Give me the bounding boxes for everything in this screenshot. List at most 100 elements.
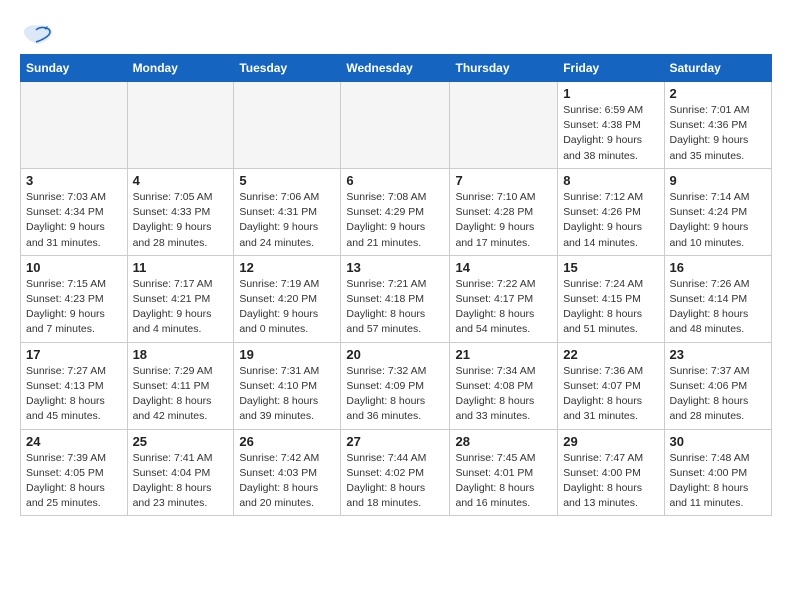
calendar-day-cell: 6 Sunrise: 7:08 AM Sunset: 4:29 PM Daylig…	[341, 168, 450, 255]
calendar-day-cell: 14 Sunrise: 7:22 AM Sunset: 4:17 PM Dayli…	[450, 255, 558, 342]
calendar-day-cell: 5Sunrise: 7:06 AM Sunset: 4:31 PM Daylig…	[234, 168, 341, 255]
calendar-week-row: 24 Sunrise: 7:39 AM Sunset: 4:05 PM Dayli…	[21, 429, 772, 516]
day-info: Sunrise: 7:37 AM Sunset: 4:06 PM Dayligh…	[670, 364, 767, 425]
day-number: 28	[455, 434, 552, 449]
header	[20, 20, 772, 46]
day-number: 17	[26, 347, 122, 362]
day-info: Sunrise: 7:14 AM Sunset: 4:24 PM Dayligh…	[670, 190, 767, 251]
calendar-day-cell: 26 Sunrise: 7:42 AM Sunset: 4:03 PM Dayli…	[234, 429, 341, 516]
day-info: Sunrise: 7:44 AM Sunset: 4:02 PM Dayligh…	[346, 451, 444, 512]
calendar-week-row: 10 Sunrise: 7:15 AM Sunset: 4:23 PM Dayli…	[21, 255, 772, 342]
calendar-day-cell: 12 Sunrise: 7:19 AM Sunset: 4:20 PM Dayli…	[234, 255, 341, 342]
day-number: 25	[133, 434, 229, 449]
day-info: Sunrise: 7:01 AM Sunset: 4:36 PM Dayligh…	[670, 103, 767, 164]
day-number: 6	[346, 173, 444, 188]
day-number: 18	[133, 347, 229, 362]
header-sunday: Sunday	[21, 55, 128, 82]
day-info: Sunrise: 7:26 AM Sunset: 4:14 PM Dayligh…	[670, 277, 767, 338]
day-number: 5	[239, 173, 335, 188]
calendar-day-cell: 9 Sunrise: 7:14 AM Sunset: 4:24 PM Daylig…	[664, 168, 772, 255]
calendar-day-cell: 3 Sunrise: 7:03 AM Sunset: 4:34 PM Daylig…	[21, 168, 128, 255]
calendar-table: Sunday Monday Tuesday Wednesday Thursday…	[20, 54, 772, 516]
day-number: 9	[670, 173, 767, 188]
calendar-day-cell: 17 Sunrise: 7:27 AM Sunset: 4:13 PM Dayli…	[21, 342, 128, 429]
calendar-day-cell: 10 Sunrise: 7:15 AM Sunset: 4:23 PM Dayli…	[21, 255, 128, 342]
day-number: 11	[133, 260, 229, 275]
calendar-week-row: 3 Sunrise: 7:03 AM Sunset: 4:34 PM Daylig…	[21, 168, 772, 255]
day-info: Sunrise: 7:15 AM Sunset: 4:23 PM Dayligh…	[26, 277, 122, 338]
logo	[20, 24, 54, 46]
calendar-day-cell: 16 Sunrise: 7:26 AM Sunset: 4:14 PM Dayli…	[664, 255, 772, 342]
day-number: 23	[670, 347, 767, 362]
day-info: Sunrise: 7:31 AM Sunset: 4:10 PM Dayligh…	[239, 364, 335, 425]
calendar-day-cell: 30Sunrise: 7:48 AM Sunset: 4:00 PM Dayli…	[664, 429, 772, 516]
day-number: 30	[670, 434, 767, 449]
day-info: Sunrise: 7:12 AM Sunset: 4:26 PM Dayligh…	[563, 190, 658, 251]
calendar-day-cell: 21 Sunrise: 7:34 AM Sunset: 4:08 PM Dayli…	[450, 342, 558, 429]
calendar-day-cell: 22 Sunrise: 7:36 AM Sunset: 4:07 PM Dayli…	[558, 342, 664, 429]
day-info: Sunrise: 7:39 AM Sunset: 4:05 PM Dayligh…	[26, 451, 122, 512]
day-info: Sunrise: 7:08 AM Sunset: 4:29 PM Dayligh…	[346, 190, 444, 251]
calendar-day-cell: 18 Sunrise: 7:29 AM Sunset: 4:11 PM Dayli…	[127, 342, 234, 429]
day-info: Sunrise: 7:29 AM Sunset: 4:11 PM Dayligh…	[133, 364, 229, 425]
calendar-day-cell	[127, 82, 234, 169]
calendar-day-cell: 23 Sunrise: 7:37 AM Sunset: 4:06 PM Dayli…	[664, 342, 772, 429]
day-number: 22	[563, 347, 658, 362]
calendar-day-cell: 15Sunrise: 7:24 AM Sunset: 4:15 PM Dayli…	[558, 255, 664, 342]
day-info: Sunrise: 7:27 AM Sunset: 4:13 PM Dayligh…	[26, 364, 122, 425]
day-info: Sunrise: 7:36 AM Sunset: 4:07 PM Dayligh…	[563, 364, 658, 425]
day-info: Sunrise: 7:32 AM Sunset: 4:09 PM Dayligh…	[346, 364, 444, 425]
day-info: Sunrise: 7:34 AM Sunset: 4:08 PM Dayligh…	[455, 364, 552, 425]
calendar-week-row: 1 Sunrise: 6:59 AM Sunset: 4:38 PM Daylig…	[21, 82, 772, 169]
day-number: 29	[563, 434, 658, 449]
header-friday: Friday	[558, 55, 664, 82]
header-saturday: Saturday	[664, 55, 772, 82]
calendar-day-cell: 7 Sunrise: 7:10 AM Sunset: 4:28 PM Daylig…	[450, 168, 558, 255]
calendar-day-cell: 25 Sunrise: 7:41 AM Sunset: 4:04 PM Dayli…	[127, 429, 234, 516]
day-info: Sunrise: 7:21 AM Sunset: 4:18 PM Dayligh…	[346, 277, 444, 338]
calendar-day-cell: 13Sunrise: 7:21 AM Sunset: 4:18 PM Dayli…	[341, 255, 450, 342]
calendar-day-cell: 2 Sunrise: 7:01 AM Sunset: 4:36 PM Daylig…	[664, 82, 772, 169]
header-monday: Monday	[127, 55, 234, 82]
day-number: 2	[670, 86, 767, 101]
day-number: 19	[239, 347, 335, 362]
calendar-day-cell: 20 Sunrise: 7:32 AM Sunset: 4:09 PM Dayli…	[341, 342, 450, 429]
day-info: Sunrise: 7:47 AM Sunset: 4:00 PM Dayligh…	[563, 451, 658, 512]
day-number: 20	[346, 347, 444, 362]
calendar-day-cell: 4 Sunrise: 7:05 AM Sunset: 4:33 PM Daylig…	[127, 168, 234, 255]
calendar-day-cell	[234, 82, 341, 169]
day-info: Sunrise: 7:03 AM Sunset: 4:34 PM Dayligh…	[26, 190, 122, 251]
day-number: 14	[455, 260, 552, 275]
calendar-week-row: 17 Sunrise: 7:27 AM Sunset: 4:13 PM Dayli…	[21, 342, 772, 429]
calendar-day-cell	[341, 82, 450, 169]
day-info: Sunrise: 7:22 AM Sunset: 4:17 PM Dayligh…	[455, 277, 552, 338]
day-info: Sunrise: 7:19 AM Sunset: 4:20 PM Dayligh…	[239, 277, 335, 338]
day-info: Sunrise: 7:41 AM Sunset: 4:04 PM Dayligh…	[133, 451, 229, 512]
day-number: 12	[239, 260, 335, 275]
calendar-day-cell: 28Sunrise: 7:45 AM Sunset: 4:01 PM Dayli…	[450, 429, 558, 516]
day-number: 4	[133, 173, 229, 188]
day-number: 1	[563, 86, 658, 101]
day-number: 26	[239, 434, 335, 449]
day-info: Sunrise: 7:42 AM Sunset: 4:03 PM Dayligh…	[239, 451, 335, 512]
calendar-day-cell: 27Sunrise: 7:44 AM Sunset: 4:02 PM Dayli…	[341, 429, 450, 516]
header-wednesday: Wednesday	[341, 55, 450, 82]
weekday-header-row: Sunday Monday Tuesday Wednesday Thursday…	[21, 55, 772, 82]
day-info: Sunrise: 7:05 AM Sunset: 4:33 PM Dayligh…	[133, 190, 229, 251]
calendar-day-cell	[21, 82, 128, 169]
day-number: 24	[26, 434, 122, 449]
logo-bird-icon	[22, 24, 54, 46]
day-info: Sunrise: 6:59 AM Sunset: 4:38 PM Dayligh…	[563, 103, 658, 164]
day-number: 7	[455, 173, 552, 188]
header-thursday: Thursday	[450, 55, 558, 82]
day-number: 10	[26, 260, 122, 275]
calendar-day-cell: 8 Sunrise: 7:12 AM Sunset: 4:26 PM Daylig…	[558, 168, 664, 255]
calendar-day-cell: 29 Sunrise: 7:47 AM Sunset: 4:00 PM Dayli…	[558, 429, 664, 516]
day-number: 8	[563, 173, 658, 188]
calendar-day-cell: 11Sunrise: 7:17 AM Sunset: 4:21 PM Dayli…	[127, 255, 234, 342]
day-number: 3	[26, 173, 122, 188]
calendar-day-cell: 1 Sunrise: 6:59 AM Sunset: 4:38 PM Daylig…	[558, 82, 664, 169]
day-number: 16	[670, 260, 767, 275]
day-info: Sunrise: 7:10 AM Sunset: 4:28 PM Dayligh…	[455, 190, 552, 251]
day-number: 21	[455, 347, 552, 362]
